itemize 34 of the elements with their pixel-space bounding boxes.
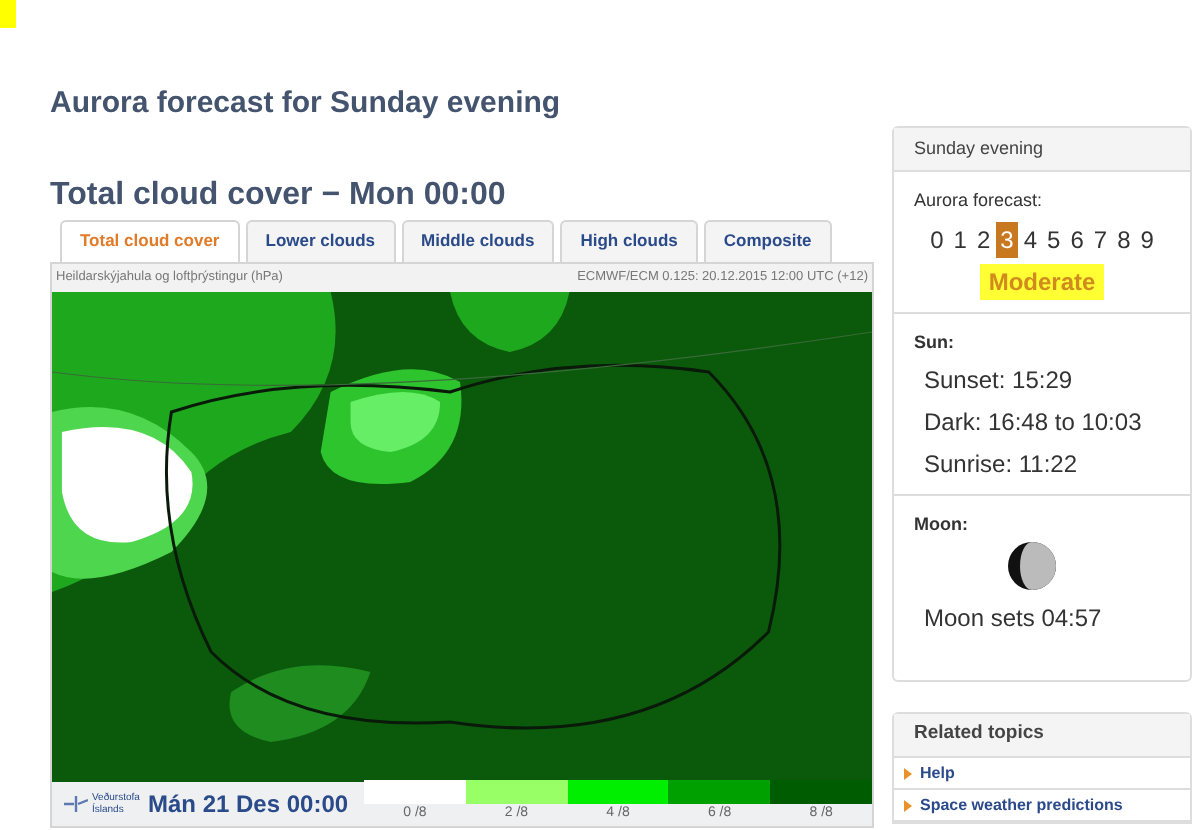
- map-time: Mán 21 Des 00:00: [148, 787, 349, 821]
- aurora-level: 0: [928, 223, 946, 257]
- aurora-level: 2: [974, 223, 993, 257]
- arrow-icon: [904, 799, 912, 811]
- activity-level: Moderate: [980, 263, 1104, 299]
- arrow-icon: [904, 767, 912, 779]
- related-link[interactable]: Help: [920, 761, 955, 785]
- aurora-level: 9: [1138, 223, 1156, 257]
- page-title: Aurora forecast for Sunday evening: [50, 84, 563, 124]
- aurora-level: 7: [1091, 223, 1110, 257]
- sun-time: Sunrise: 11:22: [924, 448, 1079, 482]
- aurora-label: Aurora forecast:: [914, 188, 1045, 214]
- logo-icon: [64, 793, 88, 813]
- moon-set-time: Moon sets 04:57: [924, 601, 1104, 635]
- aurora-level: 3: [996, 221, 1018, 257]
- section-title: Total cloud cover − Mon 00:00: [50, 175, 508, 215]
- sun-time: Dark: 16:48 to 10:03: [924, 406, 1144, 440]
- aurora-level: 8: [1115, 223, 1133, 257]
- tab[interactable]: High clouds: [560, 219, 698, 261]
- tab[interactable]: Lower clouds: [245, 219, 396, 261]
- related-link[interactable]: Space weather predictions: [920, 793, 1123, 817]
- card-heading: Sunday evening: [914, 135, 1044, 162]
- aurora-level: 1: [951, 223, 969, 257]
- highlight-mark: [0, 0, 16, 28]
- sun-label: Sun:: [914, 329, 956, 355]
- aurora-level: 6: [1068, 223, 1086, 257]
- moon-label: Moon:: [914, 512, 970, 538]
- sun-time: Sunset: 15:29: [924, 364, 1075, 398]
- aurora-level: 4: [1021, 223, 1039, 257]
- tab[interactable]: Middle clouds: [401, 219, 555, 261]
- tab[interactable]: Composite: [703, 219, 832, 261]
- aurora-level: 5: [1045, 223, 1063, 257]
- card-heading: Related topics: [914, 720, 1044, 749]
- moon-icon: [1006, 539, 1058, 591]
